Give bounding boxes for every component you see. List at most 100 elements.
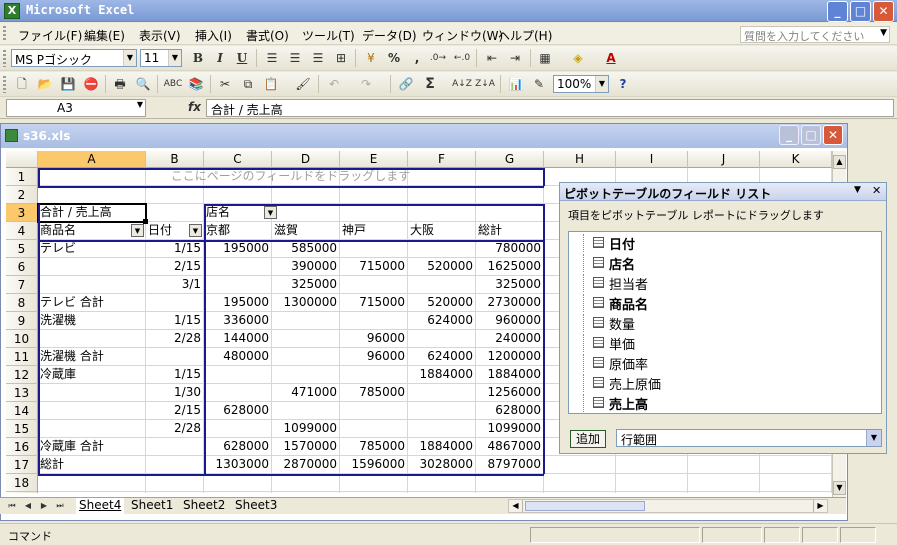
grid-cell[interactable] bbox=[408, 240, 476, 258]
area-select[interactable]: 行範囲 ▼ bbox=[616, 429, 882, 447]
insert-function-button[interactable]: fx bbox=[188, 100, 201, 114]
print-preview-icon[interactable]: 🔍 bbox=[133, 74, 153, 94]
workbook-minimize-button[interactable]: _ bbox=[779, 125, 799, 145]
column-header[interactable]: H bbox=[544, 151, 616, 168]
cell-value[interactable]: 3028000 bbox=[408, 456, 476, 474]
grid-cell[interactable] bbox=[340, 240, 408, 258]
cell-value[interactable]: 冷蔵庫 合計 bbox=[38, 438, 146, 456]
merge-center-icon[interactable]: ⊞ bbox=[331, 48, 351, 68]
grid-cell[interactable] bbox=[340, 492, 408, 493]
cell-value[interactable]: 1/15 bbox=[146, 240, 204, 258]
cell-value[interactable]: 大阪 bbox=[408, 222, 476, 240]
grid-cell[interactable] bbox=[146, 204, 204, 222]
cell-value[interactable]: 715000 bbox=[340, 258, 408, 276]
grid-cell[interactable] bbox=[408, 330, 476, 348]
cell-value[interactable]: 336000 bbox=[204, 312, 272, 330]
cell-value[interactable]: 240000 bbox=[476, 330, 544, 348]
cell-value[interactable]: 8797000 bbox=[476, 456, 544, 474]
cell-value[interactable]: 1884000 bbox=[476, 366, 544, 384]
column-header[interactable]: A bbox=[38, 151, 146, 168]
cell-value[interactable]: 冷蔵庫 bbox=[38, 366, 146, 384]
field-item-cost-of-sales[interactable]: 売上原価 bbox=[583, 374, 661, 393]
percent-button[interactable]: % bbox=[384, 48, 404, 68]
pane-close-icon[interactable]: ✕ bbox=[872, 184, 881, 197]
grid-cell[interactable] bbox=[272, 366, 340, 384]
cell-value[interactable]: 4867000 bbox=[476, 438, 544, 456]
drawing-icon[interactable]: ✎ bbox=[529, 74, 549, 94]
grid-cell[interactable] bbox=[204, 492, 272, 493]
grid-cell[interactable] bbox=[38, 276, 146, 294]
paste-icon[interactable]: 📋 bbox=[261, 74, 281, 94]
field-item-quantity[interactable]: 数量 bbox=[583, 314, 635, 333]
font-name-select[interactable]: MS Pゴシック ▼ bbox=[11, 49, 137, 67]
menu-window[interactable]: ウィンドウ(W) bbox=[422, 27, 503, 44]
grid-cell[interactable] bbox=[340, 204, 408, 222]
menu-data[interactable]: データ(D) bbox=[362, 27, 417, 44]
horizontal-scrollbar[interactable]: ◀ ▶ bbox=[508, 499, 828, 513]
grid-cell[interactable] bbox=[688, 492, 760, 493]
next-sheet-icon[interactable]: ▶ bbox=[38, 499, 50, 513]
scroll-up-icon[interactable]: ▲ bbox=[833, 155, 846, 169]
cell-value[interactable]: 480000 bbox=[204, 348, 272, 366]
minimize-button[interactable]: _ bbox=[827, 1, 848, 22]
cut-icon[interactable]: ✂ bbox=[215, 74, 235, 94]
column-header[interactable]: F bbox=[408, 151, 476, 168]
field-item-product[interactable]: 商品名 bbox=[583, 294, 648, 313]
cell-value[interactable]: 325000 bbox=[272, 276, 340, 294]
increase-indent-icon[interactable]: ⇥ bbox=[505, 48, 525, 68]
cell-value[interactable]: 1099000 bbox=[272, 420, 340, 438]
column-header[interactable]: D bbox=[272, 151, 340, 168]
help-search-input[interactable]: 質問を入力してください ▼ bbox=[740, 26, 890, 43]
increase-decimal-icon[interactable]: .0→ bbox=[428, 48, 448, 68]
cell-value[interactable]: 715000 bbox=[340, 294, 408, 312]
grid-cell[interactable] bbox=[204, 366, 272, 384]
grid-cell[interactable] bbox=[476, 186, 544, 204]
grid-cell[interactable] bbox=[340, 474, 408, 492]
grid-cell[interactable] bbox=[38, 402, 146, 420]
cell-value[interactable]: 325000 bbox=[476, 276, 544, 294]
menu-insert[interactable]: 挿入(I) bbox=[195, 27, 232, 44]
underline-button[interactable]: U bbox=[232, 48, 252, 68]
toolbar-grip[interactable] bbox=[3, 76, 6, 93]
cell-value[interactable]: 1625000 bbox=[476, 258, 544, 276]
grid-cell[interactable] bbox=[146, 186, 204, 204]
field-item-unit-price[interactable]: 単価 bbox=[583, 334, 635, 353]
grid-cell[interactable] bbox=[272, 402, 340, 420]
grid-cell[interactable] bbox=[204, 276, 272, 294]
cell-value[interactable]: 785000 bbox=[340, 438, 408, 456]
grid-cell[interactable] bbox=[340, 276, 408, 294]
sheet-tab-sheet3[interactable]: Sheet3 bbox=[232, 498, 280, 514]
grid-cell[interactable] bbox=[544, 474, 616, 492]
cell-value[interactable]: 628000 bbox=[204, 402, 272, 420]
copy-icon[interactable]: ⧉ bbox=[238, 74, 258, 94]
grid-cell[interactable] bbox=[340, 312, 408, 330]
row-header[interactable]: 1 bbox=[6, 168, 38, 186]
menu-grip[interactable] bbox=[3, 26, 6, 42]
row-header[interactable]: 8 bbox=[6, 294, 38, 312]
decrease-decimal-icon[interactable]: ←.0 bbox=[452, 48, 472, 68]
cell-value[interactable]: 3/1 bbox=[146, 276, 204, 294]
sort-descending-icon[interactable]: Z↓A bbox=[475, 74, 495, 94]
grid-cell[interactable] bbox=[408, 474, 476, 492]
scroll-thumb[interactable] bbox=[525, 501, 645, 511]
cell-value[interactable]: 2/28 bbox=[146, 330, 204, 348]
cell-value[interactable]: 628000 bbox=[204, 438, 272, 456]
column-header[interactable]: G bbox=[476, 151, 544, 168]
grid-cell[interactable] bbox=[272, 312, 340, 330]
menu-format[interactable]: 書式(O) bbox=[246, 27, 289, 44]
grid-cell[interactable] bbox=[204, 186, 272, 204]
align-center-icon[interactable]: ☰ bbox=[285, 48, 305, 68]
sort-ascending-icon[interactable]: A↓Z bbox=[452, 74, 472, 94]
grid-cell[interactable] bbox=[204, 258, 272, 276]
autosum-button[interactable]: Σ bbox=[420, 74, 440, 94]
new-document-icon[interactable]: 🗋 bbox=[12, 74, 32, 94]
font-size-select[interactable]: 11 ▼ bbox=[140, 49, 182, 67]
cell-value[interactable]: 1303000 bbox=[204, 456, 272, 474]
grid-cell[interactable] bbox=[616, 474, 688, 492]
format-painter-icon[interactable]: 🖌 bbox=[293, 74, 313, 94]
column-header[interactable]: E bbox=[340, 151, 408, 168]
fill-handle[interactable] bbox=[143, 219, 148, 224]
add-to-button[interactable]: 追加 bbox=[570, 430, 606, 448]
grid-cell[interactable] bbox=[146, 438, 204, 456]
cell-value[interactable]: 960000 bbox=[476, 312, 544, 330]
